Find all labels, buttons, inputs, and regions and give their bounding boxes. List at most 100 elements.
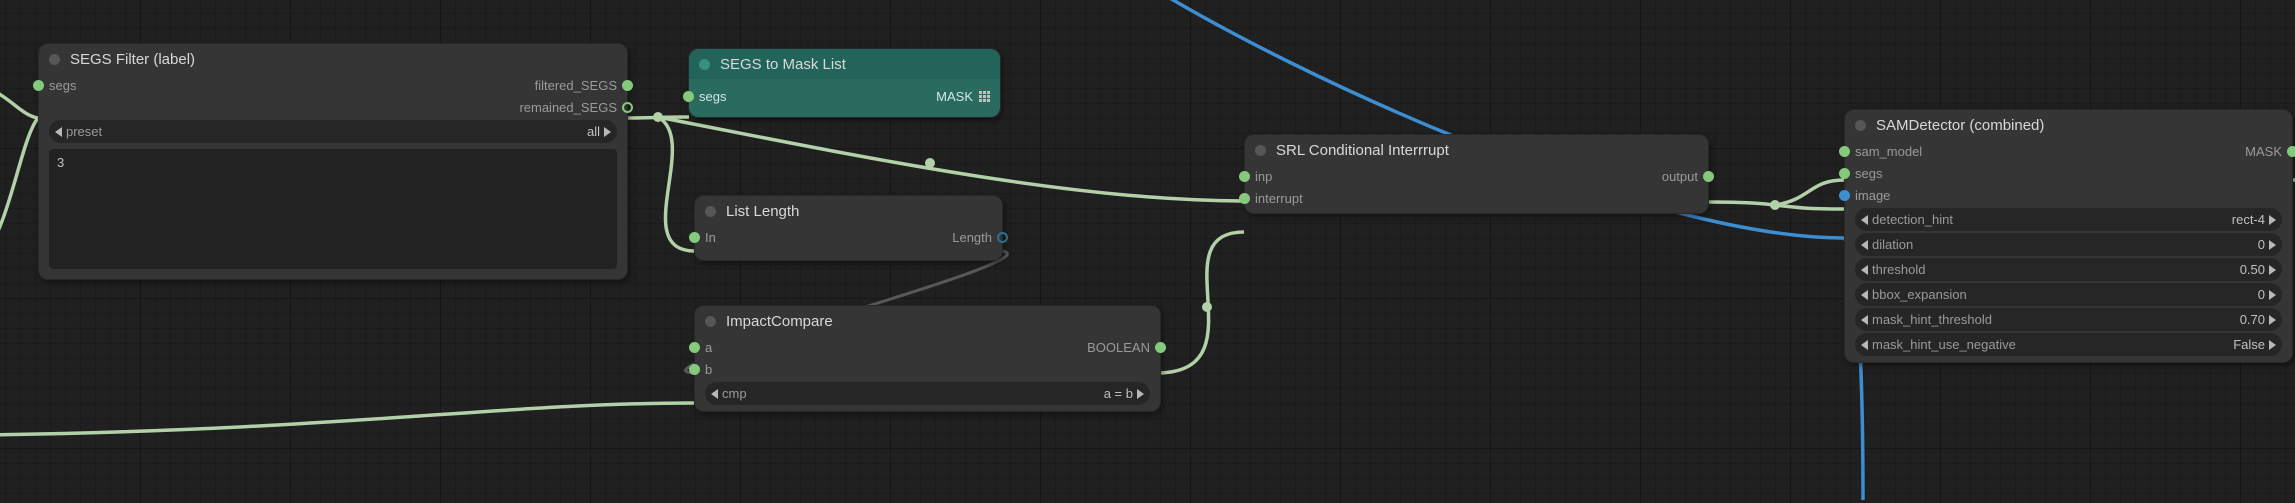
port-label-in: b [705,362,712,377]
widget-mask-hint-threshold[interactable]: mask_hint_threshold 0.70 [1855,308,2282,331]
port-label-in: segs [699,89,726,104]
port-out-mask[interactable] [2287,146,2295,157]
port-label-in: inp [1255,169,1272,184]
node-header[interactable]: SEGS to Mask List [689,49,1000,79]
port-label-out: Length [716,230,992,245]
chevron-right-icon[interactable] [2269,315,2276,325]
port-in-segs[interactable] [1839,168,1850,179]
chevron-right-icon[interactable] [2269,340,2276,350]
widget-value: False [2233,337,2265,352]
port-out-filtered[interactable] [622,80,633,91]
chevron-right-icon[interactable] [2269,215,2276,225]
widget-name: mask_hint_use_negative [1872,337,2016,352]
port-label-in: a [705,340,712,355]
chevron-left-icon[interactable] [1861,315,1868,325]
port-in-in[interactable] [689,232,700,243]
widget-value: rect-4 [2232,212,2265,227]
node-title: List Length [726,203,799,220]
port-in-a[interactable] [689,342,700,353]
collapse-dot-icon[interactable] [49,54,60,65]
chevron-left-icon[interactable] [1861,215,1868,225]
widget-threshold[interactable]: threshold 0.50 [1855,258,2282,281]
port-in-segs[interactable] [33,80,44,91]
widget-name: detection_hint [1872,212,1953,227]
port-label-in: interrupt [1255,191,1303,206]
port-out-remained[interactable] [622,102,633,113]
chevron-right-icon[interactable] [2269,265,2276,275]
port-in-b[interactable] [689,364,700,375]
port-label-out: filtered_SEGS [76,78,617,93]
port-label-in: segs [49,78,76,93]
port-label-in: sam_model [1855,144,1922,159]
port-out-boolean[interactable] [1155,342,1166,353]
widget-text-input[interactable]: 3 [49,149,617,269]
node-header[interactable]: SEGS Filter (label) [39,44,627,74]
port-in-segs[interactable] [683,91,694,102]
port-out-length[interactable] [997,232,1008,243]
chevron-left-icon[interactable] [711,389,718,399]
widget-value: all [587,124,600,139]
widget-value: 0 [2258,287,2265,302]
widget-name: dilation [1872,237,1913,252]
widget-value: 0.70 [2240,312,2265,327]
node-srl-interrupt[interactable]: SRL Conditional Interrrupt inp output in… [1244,134,1709,214]
widget-name: cmp [722,386,747,401]
node-list-length[interactable]: List Length In Length [694,195,1003,261]
widget-bbox-expansion[interactable]: bbox_expansion 0 [1855,283,2282,306]
collapse-dot-icon[interactable] [1855,120,1866,131]
collapse-dot-icon[interactable] [705,316,716,327]
widget-name: preset [66,124,102,139]
node-segs-filter[interactable]: SEGS Filter (label) segs filtered_SEGS r… [38,43,628,280]
port-in-image[interactable] [1839,190,1850,201]
widget-cmp[interactable]: cmp a = b [705,382,1150,405]
node-header[interactable]: SAMDetector (combined) [1845,110,2292,140]
chevron-right-icon[interactable] [604,127,611,137]
widget-value: 0.50 [2240,262,2265,277]
port-label-in: segs [1855,166,1882,181]
collapse-dot-icon[interactable] [1255,145,1266,156]
widget-name: bbox_expansion [1872,287,1967,302]
widget-name: mask_hint_threshold [1872,312,1992,327]
node-title: ImpactCompare [726,313,833,330]
port-out-output[interactable] [1703,171,1714,182]
collapse-dot-icon[interactable] [705,206,716,217]
node-graph-canvas[interactable]: SEGS Filter (label) segs filtered_SEGS r… [0,0,2295,503]
node-header[interactable]: SRL Conditional Interrrupt [1245,135,1708,165]
chevron-left-icon[interactable] [1861,265,1868,275]
node-title: SRL Conditional Interrrupt [1276,142,1449,159]
chevron-left-icon[interactable] [1861,290,1868,300]
text-value: 3 [57,155,64,170]
port-in-interrupt[interactable] [1239,193,1250,204]
node-header[interactable]: List Length [695,196,1002,226]
port-label-out: BOOLEAN [712,340,1150,355]
node-impact-compare[interactable]: ImpactCompare a BOOLEAN b cmp a = b [694,305,1161,412]
port-in-inp[interactable] [1239,171,1250,182]
widget-preset[interactable]: preset all [49,120,617,143]
node-segs-to-mask[interactable]: SEGS to Mask List segs MASK [688,48,1001,118]
widget-name: threshold [1872,262,1925,277]
chevron-right-icon[interactable] [1137,389,1144,399]
port-label-out: MASK [1922,144,2282,159]
chevron-left-icon[interactable] [55,127,62,137]
node-sam-detector[interactable]: SAMDetector (combined) sam_model MASK se… [1844,109,2293,363]
port-out-mask[interactable] [995,91,1006,102]
chevron-right-icon[interactable] [2269,240,2276,250]
port-in-sam-model[interactable] [1839,146,1850,157]
chevron-right-icon[interactable] [2269,290,2276,300]
widget-detection-hint[interactable]: detection_hint rect-4 [1855,208,2282,231]
port-label-in: In [705,230,716,245]
node-header[interactable]: ImpactCompare [695,306,1160,336]
port-label-out: remained_SEGS [49,100,617,115]
widget-dilation[interactable]: dilation 0 [1855,233,2282,256]
node-title: SEGS to Mask List [720,56,846,73]
chevron-left-icon[interactable] [1861,340,1868,350]
collapse-dot-icon[interactable] [699,59,710,70]
port-label-out: output [1272,169,1698,184]
widget-value: 0 [2258,237,2265,252]
chevron-left-icon[interactable] [1861,240,1868,250]
port-label-in: image [1855,188,1890,203]
node-title: SEGS Filter (label) [70,51,195,68]
widget-mask-hint-use-negative[interactable]: mask_hint_use_negative False [1855,333,2282,356]
port-label-out: MASK [726,89,973,104]
widget-value: a = b [1104,386,1133,401]
